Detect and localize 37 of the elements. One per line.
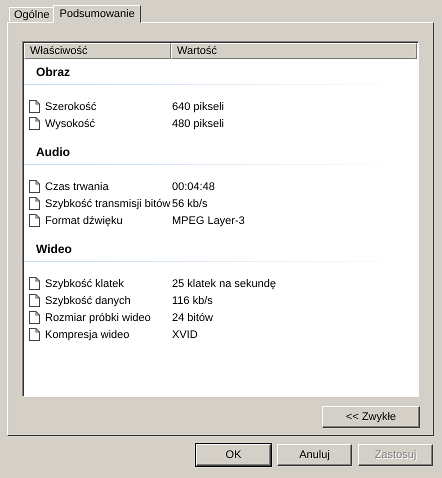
property-value: 25 klatek na sekundę <box>172 278 276 290</box>
document-icon <box>29 180 40 193</box>
group-header: Audio <box>35 144 71 161</box>
document-icon <box>29 277 40 290</box>
dialog-button[interactable]: OK <box>196 444 271 466</box>
property-value: 116 kb/s <box>172 294 213 306</box>
property-value: 480 pikseli <box>172 118 224 130</box>
property-name: Szybkość klatek <box>45 278 124 290</box>
document-icon <box>29 100 40 113</box>
property-value: XVID <box>172 328 198 340</box>
document-icon <box>29 311 40 324</box>
property-value: 56 kb/s <box>172 198 208 210</box>
dialog-button[interactable]: Anuluj <box>277 444 352 466</box>
property-value: 24 bitów <box>172 312 213 324</box>
property-name: Wysokość <box>45 118 96 130</box>
property-name: Czas trwania <box>45 180 109 192</box>
property-name: Kompresja wideo <box>45 328 130 340</box>
property-name: Szybkość transmisji bitów <box>45 198 170 210</box>
tab[interactable]: Podsumowanie <box>53 5 141 23</box>
document-icon <box>29 214 40 227</box>
document-icon <box>29 294 40 307</box>
document-icon <box>29 328 40 341</box>
column-header[interactable]: Właściwość <box>24 43 171 59</box>
property-value: 00:04:48 <box>172 180 215 192</box>
property-value: MPEG Layer-3 <box>172 214 245 226</box>
property-name: Szybkość danych <box>45 294 131 306</box>
column-header[interactable]: Wartość <box>171 43 417 59</box>
property-name: Szerokość <box>45 100 96 112</box>
property-value: 640 pikseli <box>172 100 224 112</box>
simple-view-button[interactable]: << Zwykłe <box>322 406 420 428</box>
document-icon <box>29 197 40 210</box>
group-header: Wideo <box>35 241 73 258</box>
tab[interactable]: Ogólne <box>9 7 54 22</box>
group-header: Obraz <box>35 64 72 81</box>
document-icon <box>29 117 40 130</box>
property-name: Format dźwięku <box>45 214 123 226</box>
property-name: Rozmiar próbki wideo <box>45 312 151 324</box>
